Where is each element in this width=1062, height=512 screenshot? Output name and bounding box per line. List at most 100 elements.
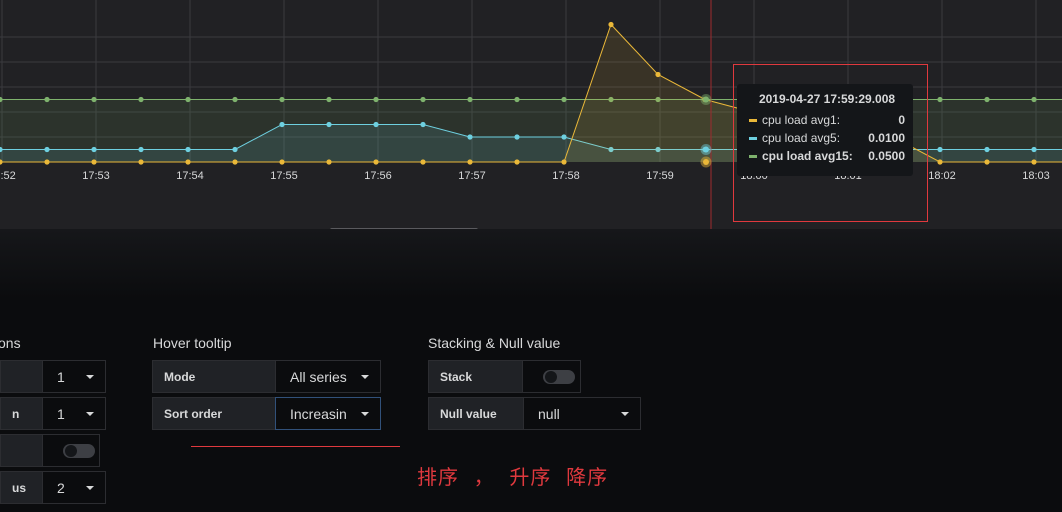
series-point [373, 96, 379, 103]
stack-row: Stack [428, 360, 581, 393]
options-row-3 [0, 434, 100, 467]
options-row-4: us 2 [0, 471, 106, 504]
caret-down-icon [86, 412, 94, 416]
hover-marker [703, 146, 709, 153]
series-point [420, 96, 426, 103]
x-tick-label: 17:53 [82, 170, 110, 182]
series-point [279, 159, 285, 165]
series-point [984, 159, 990, 165]
stack-toggle-switch[interactable] [522, 360, 581, 393]
series-point [185, 146, 191, 153]
series-point [514, 159, 520, 165]
x-tick-label: 18:03 [1022, 170, 1050, 182]
select-value: 1 [57, 405, 65, 422]
caret-down-icon [86, 375, 94, 379]
series-point [655, 71, 661, 78]
switch-knob [545, 371, 557, 383]
series-point [185, 96, 191, 103]
tooltip-row-avg15: cpu load avg15: 0.0500 [749, 147, 905, 165]
null-value-label: Null value [428, 397, 523, 430]
series-point [1031, 159, 1037, 165]
tooltip-series-value: 0.0500 [868, 149, 905, 163]
tooltip-row-avg5: cpu load avg5: 0.0100 [749, 129, 905, 147]
hover-mode-label: Mode [152, 360, 275, 393]
hover-tooltip-section-title: Hover tooltip [153, 335, 232, 351]
series-point [279, 96, 285, 103]
sort-order-label: Sort order [152, 397, 275, 430]
tooltip-series-value: 0 [898, 113, 905, 127]
series-point [561, 96, 567, 103]
x-tick-label: 17:54 [176, 170, 204, 182]
x-tick-label: 17:59 [646, 170, 674, 182]
series-point [561, 134, 567, 140]
stack-label: Stack [428, 360, 522, 393]
series-point [138, 96, 144, 103]
caret-down-icon [361, 375, 369, 379]
hover-mode-row: Mode All series [152, 360, 381, 393]
x-tick-label: 17:55 [270, 170, 298, 182]
series-point [326, 96, 332, 103]
hover-mode-select[interactable]: All series [275, 360, 381, 393]
stacking-section-title: Stacking & Null value [428, 335, 561, 351]
series-point [326, 121, 332, 128]
series-point [185, 159, 191, 165]
series-swatch-icon [749, 136, 757, 140]
caret-down-icon [361, 412, 369, 416]
series-point [373, 121, 379, 128]
series-point [232, 146, 238, 153]
graph-tooltip: 2019-04-27 17:59:29.008 cpu load avg1: 0… [737, 84, 913, 176]
x-tick-label: 18:02 [928, 170, 956, 182]
series-point [373, 159, 379, 165]
annotation-text: 排序 ， 升序 降序 [417, 465, 609, 489]
hover-marker [703, 96, 709, 103]
options-row-1: 1 [0, 360, 106, 393]
series-point [561, 159, 567, 165]
switch-track [63, 444, 95, 458]
series-point [232, 96, 238, 103]
series-point [1031, 96, 1037, 103]
annotation-underline [191, 446, 400, 447]
series-point [467, 159, 473, 165]
x-tick-label: 17:56 [364, 170, 392, 182]
series-point [138, 159, 144, 165]
series-point [44, 146, 50, 153]
options-row-label [0, 360, 42, 393]
options-select-4[interactable]: 2 [42, 471, 106, 504]
series-point [608, 21, 614, 28]
series-point [91, 159, 97, 165]
series-point [138, 146, 144, 153]
null-value-select[interactable]: null [523, 397, 641, 430]
hover-sort-row: Sort order Increasin [152, 397, 381, 430]
series-point [514, 96, 520, 103]
series-point [420, 159, 426, 165]
series-point [91, 96, 97, 103]
caret-down-icon [86, 486, 94, 490]
series-point [514, 134, 520, 140]
series-point [91, 146, 97, 153]
tooltip-row-avg1: cpu load avg1: 0 [749, 111, 905, 129]
series-point [984, 96, 990, 103]
tooltip-series-label: cpu load avg1: [762, 113, 841, 127]
sort-order-select[interactable]: Increasin [275, 397, 381, 430]
tooltip-timestamp: 2019-04-27 17:59:29.008 [758, 92, 896, 106]
options-section-title: ons [0, 335, 21, 351]
series-swatch-icon [749, 154, 757, 158]
series-point [420, 121, 426, 128]
options-row-label: us [0, 471, 42, 504]
series-point [279, 121, 285, 128]
options-select-2[interactable]: 1 [42, 397, 106, 430]
options-select-1[interactable]: 1 [42, 360, 106, 393]
series-swatch-icon [749, 118, 757, 122]
options-row-2: n 1 [0, 397, 106, 430]
series-point [937, 146, 943, 153]
tooltip-series-label: cpu load avg15: [762, 149, 853, 163]
switch-knob [65, 445, 77, 457]
options-toggle-switch[interactable] [42, 434, 100, 467]
options-row-label: n [0, 397, 42, 430]
series-point [44, 96, 50, 103]
switch-track [543, 370, 575, 384]
null-value-row: Null value null [428, 397, 641, 430]
tooltip-series-label: cpu load avg5: [762, 131, 841, 145]
select-value: null [538, 405, 560, 422]
x-tick-label: 17:57 [458, 170, 486, 182]
